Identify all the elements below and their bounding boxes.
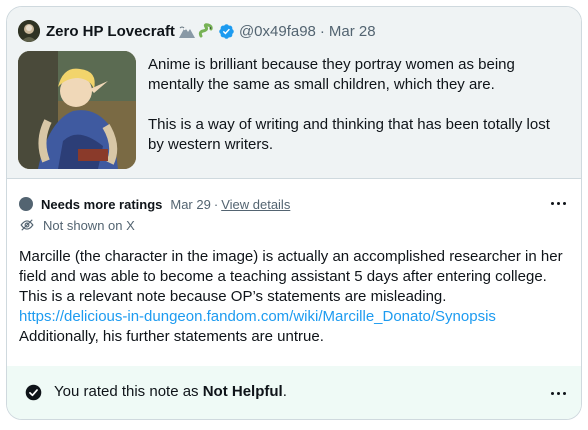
header-separator: · [319, 22, 325, 40]
note-text-additional: Additionally, his further statements are… [19, 328, 324, 345]
check-circle-icon [25, 384, 42, 401]
avatar[interactable] [18, 20, 40, 42]
visibility-label: Not shown on X [43, 217, 135, 233]
more-icon-dot [556, 201, 560, 205]
note-date: Mar 29 [170, 196, 211, 212]
tweet-paragraph: Anime is brilliant because they portray … [148, 56, 515, 93]
rating-value: Not Helpful [202, 383, 283, 400]
eye-slash-icon [20, 219, 34, 231]
community-note-card: Zero HP Lovecraft @0x49fa98 · Mar 28 Ani… [6, 6, 582, 420]
rating-more-button[interactable] [547, 384, 569, 402]
more-icon [550, 201, 554, 205]
note-source-link[interactable]: https://delicious-in-dungeon.fandom.com/… [19, 308, 496, 325]
snake-emoji-icon [198, 23, 213, 38]
name-emoji [178, 23, 214, 39]
more-icon-dot [562, 391, 566, 395]
visibility-row: Not shown on X [20, 216, 135, 234]
note-body: Marcille (the character in the image) is… [19, 247, 567, 347]
tweet-header: Zero HP Lovecraft @0x49fa98 · Mar 28 [18, 19, 376, 43]
author-name[interactable]: Zero HP Lovecraft [46, 23, 175, 40]
status-indicator [19, 197, 33, 211]
rating-text: You rated this note as Not Helpful. [54, 383, 287, 400]
more-icon-dot [556, 391, 560, 395]
note-header: Needs more ratings Mar 29 · View details [19, 195, 290, 213]
more-icon [550, 391, 554, 395]
quoted-tweet[interactable]: Zero HP Lovecraft @0x49fa98 · Mar 28 Ani… [7, 7, 581, 179]
note-text: Marcille (the character in the image) is… [19, 248, 563, 305]
author-handle[interactable]: @0x49fa98 [239, 23, 316, 40]
rating-prefix: You rated this note as [54, 383, 203, 400]
note-separator: · [213, 196, 219, 212]
rating-footer: You rated this note as Not Helpful. [7, 366, 581, 419]
note-status: Needs more ratings [41, 196, 163, 212]
tweet-text: Anime is brilliant because they portray … [148, 55, 568, 155]
verified-badge-icon [219, 23, 234, 39]
more-icon-dot [562, 201, 566, 205]
tweet-image[interactable] [18, 51, 136, 169]
tweet-paragraph: This is a way of writing and thinking th… [148, 116, 550, 153]
note-more-button[interactable] [547, 194, 569, 212]
tweet-date[interactable]: Mar 28 [329, 23, 376, 40]
mountain-emoji-icon [178, 26, 195, 38]
view-details-link[interactable]: View details [221, 197, 290, 212]
rating-suffix: . [282, 383, 287, 400]
